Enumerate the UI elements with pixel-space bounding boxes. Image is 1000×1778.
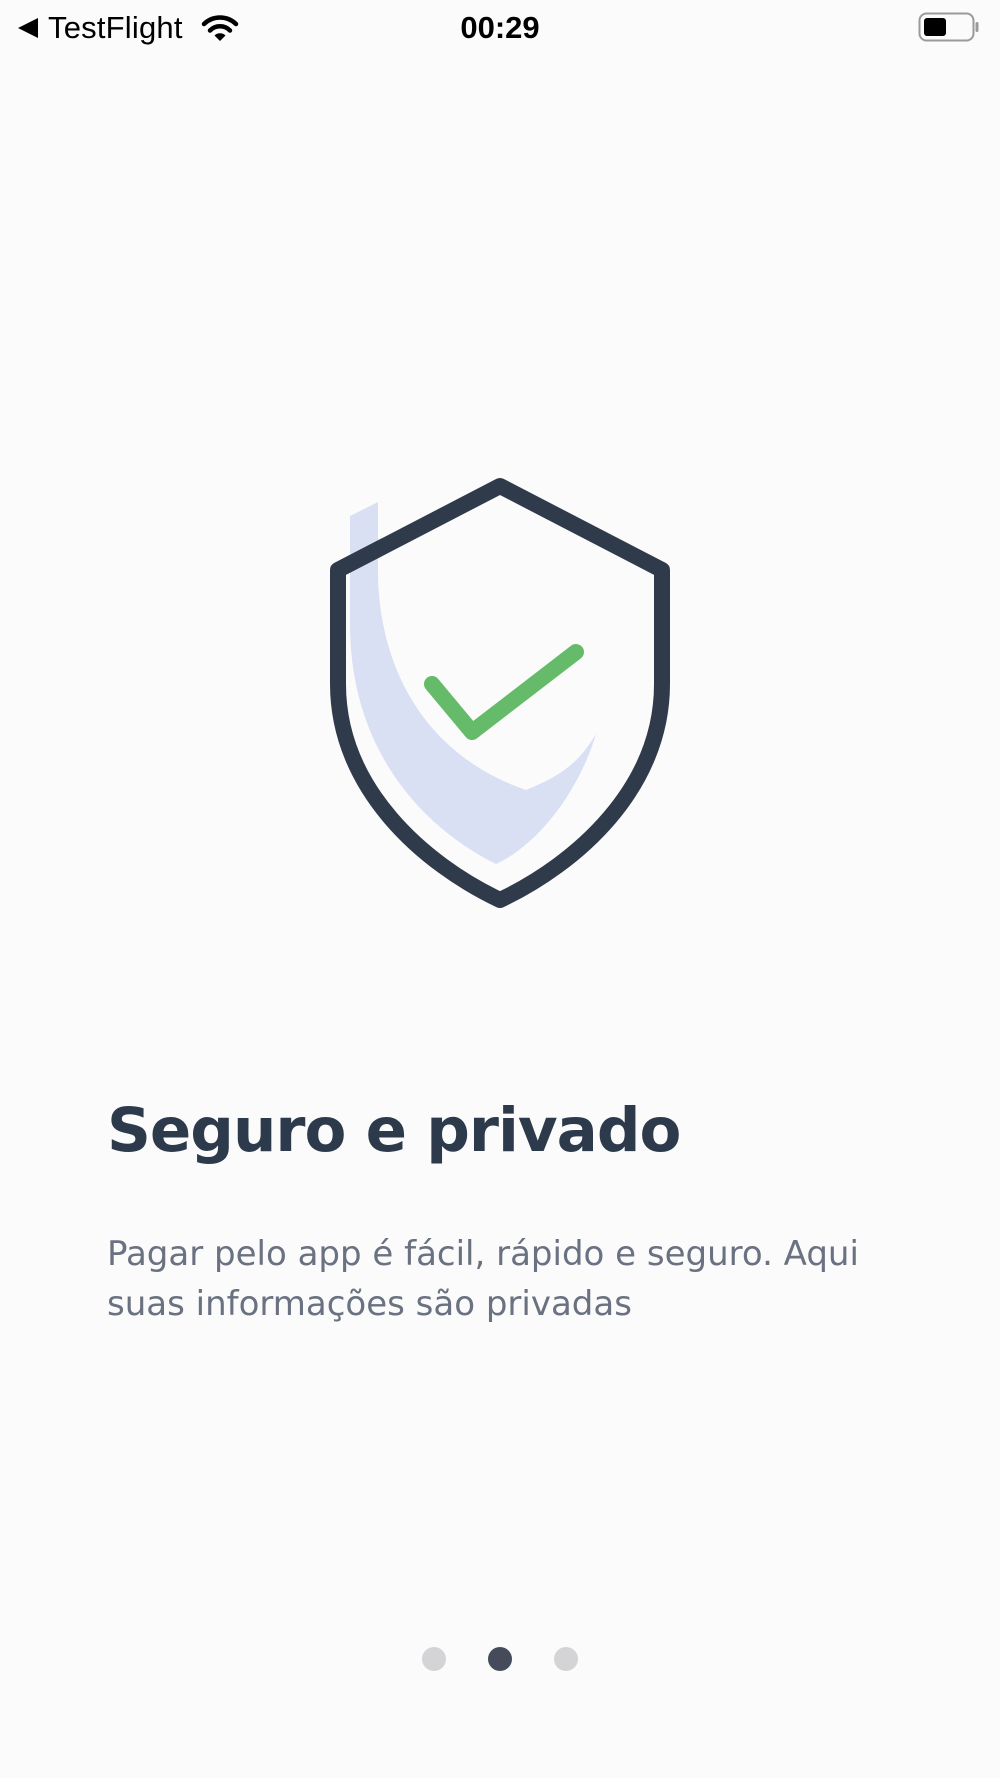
page-indicator: [0, 1647, 1000, 1671]
page-dot[interactable]: [488, 1647, 512, 1671]
battery-icon: [918, 12, 979, 42]
shield-check-icon: [330, 478, 670, 908]
status-time: 00:29: [460, 10, 540, 45]
onboarding-description: Pagar pelo app é fácil, rápido e seguro.…: [107, 1234, 859, 1324]
page-dot[interactable]: [554, 1647, 578, 1671]
page-dot[interactable]: [422, 1647, 446, 1671]
status-bar: TestFlight 00:29: [0, 0, 1000, 56]
shield-check-illustration: [326, 474, 674, 912]
onboarding-title: Seguro e privado: [107, 1095, 681, 1166]
